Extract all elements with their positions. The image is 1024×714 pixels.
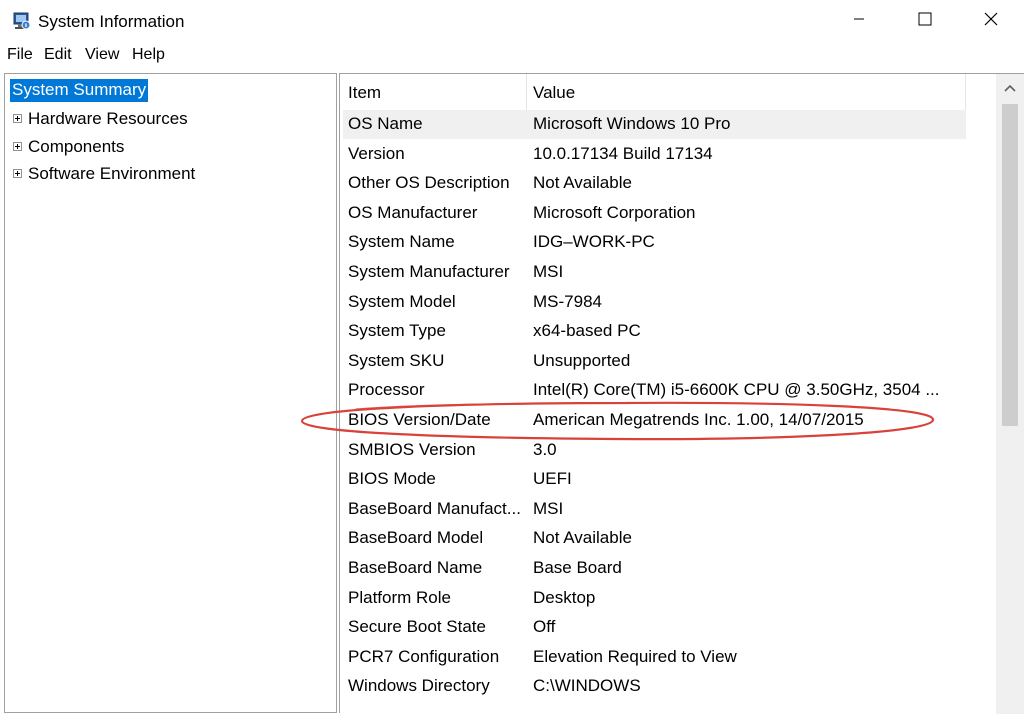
table-row[interactable]: Platform Role Desktop (343, 584, 966, 613)
row-value: Off (533, 617, 556, 637)
vertical-scrollbar[interactable] (996, 74, 1024, 714)
system-information-icon (11, 11, 31, 31)
table-row[interactable]: BaseBoard Name Base Board (343, 554, 966, 583)
maximize-button[interactable] (902, 0, 948, 42)
table-row[interactable]: Other OS Description Not Available (343, 169, 966, 198)
expand-icon[interactable] (13, 114, 22, 123)
row-item-label: Version (348, 143, 405, 163)
row-item-label: System Type (348, 321, 446, 341)
table-row[interactable]: BIOS Mode UEFI (343, 465, 966, 494)
table-row[interactable]: OS Manufacturer Microsoft Corporation (343, 199, 966, 228)
tree-item-hardware-resources[interactable]: Hardware Resources (28, 109, 188, 129)
row-item-label: BaseBoard Manufact... (348, 498, 521, 518)
column-header-value[interactable]: Value (533, 83, 575, 103)
table-row[interactable]: SMBIOS Version 3.0 (343, 436, 966, 465)
row-item-label: Windows Directory (348, 676, 490, 696)
table-row[interactable]: PCR7 Configuration Elevation Required to … (343, 643, 966, 672)
table-row[interactable]: System SKU Unsupported (343, 347, 966, 376)
close-icon (984, 12, 998, 31)
row-item-label: OS Name (348, 114, 423, 133)
table-row[interactable]: Version 10.0.17134 Build 17134 (343, 140, 966, 169)
row-item-label: System Name (348, 232, 455, 252)
row-item-label: OS Manufacturer (348, 202, 478, 222)
details-list[interactable]: Item Value OS Name Microsoft Windows 10 P… (339, 73, 1024, 714)
row-item-label: Other OS Description (348, 173, 510, 193)
row-item-label: PCR7 Configuration (348, 646, 500, 666)
scroll-up-button[interactable] (996, 74, 1024, 102)
minimize-icon (853, 12, 865, 30)
table-row[interactable]: Windows Directory C:\WINDOWS (343, 672, 966, 701)
row-value: 10.0.17134 Build 17134 (533, 143, 713, 163)
row-item-label: Platform Role (348, 587, 451, 607)
row-item-label: System SKU (348, 350, 445, 370)
table-row[interactable]: System Name IDG–WORK-PC (343, 228, 966, 257)
table-row[interactable]: System Type x64-based PC (343, 317, 966, 346)
row-value: Intel(R) Core(TM) i5-6600K CPU @ 3.50GHz… (533, 380, 940, 400)
row-item-label: Processor (348, 380, 425, 400)
menu-help[interactable]: Help (132, 46, 165, 64)
row-item-label: BaseBoard Name (348, 558, 483, 577)
table-row[interactable]: BIOS Version/Date American Megatrends Inc… (343, 406, 966, 435)
list-header: Item Value (340, 74, 966, 110)
menu-view[interactable]: View (85, 46, 119, 64)
table-row[interactable]: System Model MS-7984 (343, 288, 966, 317)
title-bar: System Information (0, 0, 1024, 42)
minimize-button[interactable] (836, 0, 882, 42)
category-tree[interactable]: System Summary Hardware Resources Compon… (4, 73, 337, 713)
row-item-label: SMBIOS Version (348, 439, 476, 459)
row-value: UEFI (533, 469, 572, 489)
row-value: MS-7984 (533, 291, 602, 311)
expand-icon[interactable] (13, 142, 22, 151)
column-divider[interactable] (965, 74, 966, 110)
row-value: Not Available (533, 528, 632, 548)
window-title: System Information (38, 12, 185, 31)
row-item-label: BIOS Version/Date (348, 410, 491, 429)
maximize-icon (918, 12, 932, 31)
row-value: Unsupported (533, 350, 631, 370)
row-value: 3.0 (533, 439, 557, 459)
menu-bar: File Edit View Help (0, 42, 1024, 70)
row-item-label: BIOS Mode (348, 469, 436, 489)
menu-file[interactable]: File (7, 46, 33, 64)
row-value: C:\WINDOWS (533, 676, 641, 696)
row-value: American Megatrends Inc. 1.00, 14/07/201… (533, 410, 864, 429)
tree-item-system-summary[interactable]: System Summary (10, 79, 149, 102)
row-value: Base Board (533, 558, 622, 577)
row-value: Microsoft Corporation (533, 202, 696, 222)
menu-edit[interactable]: Edit (44, 46, 72, 64)
row-value: IDG–WORK-PC (533, 232, 655, 252)
tree-item-software-environment[interactable]: Software Environment (28, 164, 195, 184)
row-value: MSI (533, 262, 564, 281)
row-value: x64-based PC (533, 321, 641, 341)
row-item-label: BaseBoard Model (348, 528, 484, 548)
column-divider[interactable] (526, 74, 527, 110)
table-row[interactable]: System Manufacturer MSI (343, 258, 966, 287)
scrollbar-thumb[interactable] (1002, 104, 1018, 426)
close-button[interactable] (968, 0, 1014, 42)
row-value: MSI (533, 498, 564, 518)
row-item-label: System Manufacturer (348, 262, 510, 281)
table-row[interactable]: Secure Boot State Off (343, 613, 966, 642)
table-row[interactable]: BaseBoard Manufact... MSI (343, 495, 966, 524)
table-row[interactable]: BaseBoard Model Not Available (343, 524, 966, 553)
row-item-label: Secure Boot State (348, 617, 486, 637)
row-value: Desktop (533, 587, 596, 607)
row-value: Elevation Required to View (533, 646, 737, 666)
row-value: Not Available (533, 173, 632, 193)
expand-icon[interactable] (13, 169, 22, 178)
table-row[interactable]: Processor Intel(R) Core(TM) i5-6600K CPU … (343, 376, 966, 405)
column-header-item[interactable]: Item (348, 83, 381, 103)
row-value: Microsoft Windows 10 Pro (533, 114, 731, 133)
row-item-label: System Model (348, 291, 456, 311)
tree-item-components[interactable]: Components (28, 137, 124, 157)
table-row[interactable]: OS Name Microsoft Windows 10 Pro (343, 110, 966, 139)
chevron-up-icon (1004, 79, 1016, 97)
